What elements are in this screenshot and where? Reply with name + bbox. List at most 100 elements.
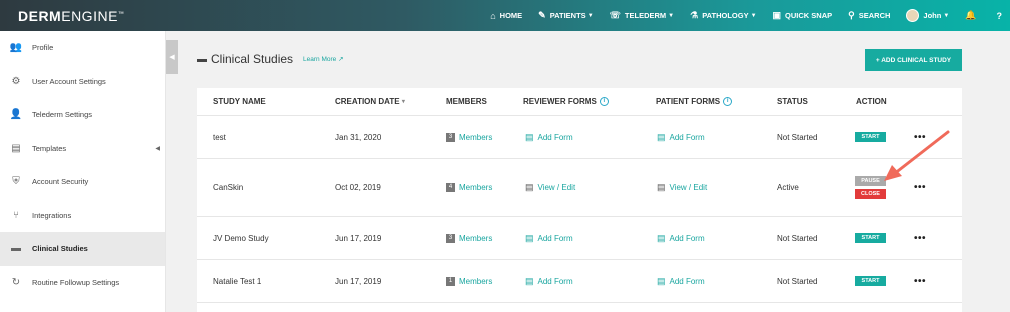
column-header-reviewer-forms: REVIEWER FORMS i (523, 97, 609, 106)
members-link[interactable]: 1 Members (446, 276, 492, 286)
patients-icon: ✎ (538, 10, 546, 20)
study-name[interactable]: JV Demo Study (213, 234, 269, 243)
nav-quick-snap[interactable]: ▣ QUICK SNAP (773, 10, 833, 21)
chevron-left-icon: ◀ (155, 145, 160, 152)
nav-home[interactable]: ⌂ HOME (490, 11, 522, 21)
nav-user-menu[interactable]: John ▼ (906, 9, 949, 22)
info-icon[interactable]: i (599, 97, 609, 106)
nav-telederm[interactable]: ☏ TELEDERM ▼ (610, 10, 674, 21)
document-icon: ▤ (657, 232, 666, 243)
patient-form-link[interactable]: ▤ Add Form (657, 233, 705, 244)
nav-patients[interactable]: ✎ PATIENTS ▼ (538, 10, 593, 21)
bell-icon: 🔔 (965, 10, 977, 20)
info-icon[interactable]: i (723, 97, 733, 106)
study-name[interactable]: CanSkin (213, 183, 243, 192)
document-icon: ▤ (11, 142, 21, 154)
help-button[interactable]: ? (997, 11, 1007, 21)
avatar (906, 9, 920, 22)
dermengine-logo[interactable]: DERMENGINE™ (18, 8, 124, 24)
start-button[interactable]: START (855, 233, 886, 243)
chevron-down-icon: ▼ (750, 12, 757, 19)
learn-more-link[interactable]: Learn More ↗ (303, 55, 344, 63)
sidebar-item-label: Templates (32, 143, 67, 153)
document-icon: ▤ (525, 131, 534, 142)
status-text: Not Started (777, 233, 818, 243)
sidebar-item-label: Profile (32, 43, 54, 53)
add-clinical-study-button[interactable]: + ADD CLINICAL STUDY (865, 49, 962, 71)
column-header-members: MEMBERS (446, 97, 487, 106)
sidebar-item-user-account-settings[interactable]: ⚙ User Account Settings (0, 65, 165, 99)
camera-icon: ▣ (772, 10, 782, 20)
column-header-creation-date[interactable]: CREATION DATE ▾ (335, 97, 405, 106)
sidebar-item-templates[interactable]: ▤ Templates ◀ (0, 132, 165, 166)
status-text: Active (777, 183, 799, 192)
sidebar-item-telederm-settings[interactable]: 👤 Telederm Settings (0, 98, 165, 132)
reviewer-form-link[interactable]: ▤ View / Edit (525, 182, 575, 193)
top-navbar: DERMENGINE™ ⌂ HOME ✎ PATIENTS ▼ ☏ TELEDERM ▼ … (0, 0, 1010, 31)
settings-sidebar: 👥 Profile ⚙ User Account Settings 👤 Teleder… (0, 31, 166, 312)
folder-icon: ▬ (197, 53, 207, 65)
sidebar-item-clinical-studies[interactable]: ▬ Clinical Studies (0, 232, 165, 266)
creation-date: Jan 31, 2020 (335, 132, 382, 142)
refresh-icon: ↻ (11, 276, 21, 288)
folder-icon: ▬ (11, 243, 21, 255)
reviewer-form-link[interactable]: ▤ Add Form (525, 233, 573, 244)
sidebar-item-profile[interactable]: 👥 Profile (0, 31, 165, 65)
document-icon: ▤ (525, 232, 534, 243)
page-header: ▬ Clinical Studies Learn More ↗ (197, 52, 344, 66)
status-text: Not Started (777, 276, 818, 286)
nav-search[interactable]: ⚲ SEARCH (848, 10, 890, 21)
column-header-patient-forms: PATIENT FORMS i (656, 97, 733, 106)
search-icon: ⚲ (848, 10, 855, 20)
more-options-icon[interactable]: ••• (914, 276, 926, 287)
nav-pathology[interactable]: ⚗ PATHOLOGY ▼ (690, 10, 756, 21)
table-row: CanSkin Oct 02, 2019 4 Members ▤ View / Ed… (197, 159, 962, 217)
document-icon: ▤ (657, 131, 666, 142)
members-link[interactable]: 3 Members (446, 132, 492, 142)
study-name[interactable]: test (213, 133, 226, 142)
members-count-badge: 3 (446, 233, 455, 243)
gear-icon: ⚙ (11, 75, 21, 87)
table-row: JV Demo Study Jun 17, 2019 3 Members ▤ Add… (197, 217, 962, 260)
sidebar-collapse-button[interactable]: ◀ (166, 40, 178, 74)
sidebar-item-label: Account Security (32, 177, 89, 187)
sidebar-item-label: Integrations (32, 210, 72, 220)
study-name[interactable]: Natalie Test 1 (213, 277, 261, 286)
sidebar-item-label: Telederm Settings (32, 110, 93, 120)
chevron-down-icon: ▼ (668, 12, 675, 19)
sidebar-item-account-security[interactable]: ⛨ Account Security (0, 165, 165, 199)
start-button[interactable]: START (855, 276, 886, 286)
document-icon: ▤ (525, 275, 534, 286)
table-row: test Jan 31, 2020 3 Members ▤ Add Form ▤ Ad… (197, 116, 962, 159)
patient-form-link[interactable]: ▤ Add Form (657, 276, 705, 287)
chevron-left-icon: ◀ (169, 54, 175, 61)
reviewer-form-link[interactable]: ▤ Add Form (525, 132, 573, 143)
clinical-studies-table: STUDY NAME CREATION DATE ▾ MEMBERS REVIE… (197, 88, 962, 312)
external-link-icon: ↗ (338, 56, 344, 63)
sidebar-item-integrations[interactable]: ⑂ Integrations (0, 199, 165, 233)
status-text: Not Started (777, 132, 818, 142)
creation-date: Oct 02, 2019 (335, 183, 381, 192)
reviewer-form-link[interactable]: ▤ Add Form (525, 276, 573, 287)
sidebar-item-routine-followup-settings[interactable]: ↻ Routine Followup Settings (0, 266, 165, 300)
members-link[interactable]: 3 Members (446, 233, 492, 243)
patient-form-link[interactable]: ▤ Add Form (657, 132, 705, 143)
column-header-action: ACTION (856, 97, 887, 106)
column-header-study-name: STUDY NAME (213, 97, 266, 106)
members-count-badge: 1 (446, 276, 455, 286)
more-options-icon[interactable]: ••• (914, 233, 926, 244)
document-icon: ▤ (525, 182, 534, 192)
pathology-icon: ⚗ (690, 10, 699, 20)
sidebar-item-label: User Account Settings (32, 76, 106, 86)
close-button[interactable]: CLOSE (855, 189, 886, 199)
sort-desc-icon: ▾ (401, 99, 405, 105)
document-icon: ▤ (657, 275, 666, 286)
patient-form-link[interactable]: ▤ View / Edit (657, 182, 707, 193)
annotation-arrow-icon (884, 130, 950, 181)
notifications-button[interactable]: 🔔 (965, 10, 980, 21)
chevron-down-icon: ▼ (587, 12, 594, 19)
members-link[interactable]: 4 Members (446, 183, 492, 192)
main-nav: ⌂ HOME ✎ PATIENTS ▼ ☏ TELEDERM ▼ ⚗ PATHOLOGY ▼ … (474, 0, 1006, 31)
table-header: STUDY NAME CREATION DATE ▾ MEMBERS REVIE… (197, 88, 962, 116)
sidebar-item-label: Clinical Studies (32, 244, 88, 254)
